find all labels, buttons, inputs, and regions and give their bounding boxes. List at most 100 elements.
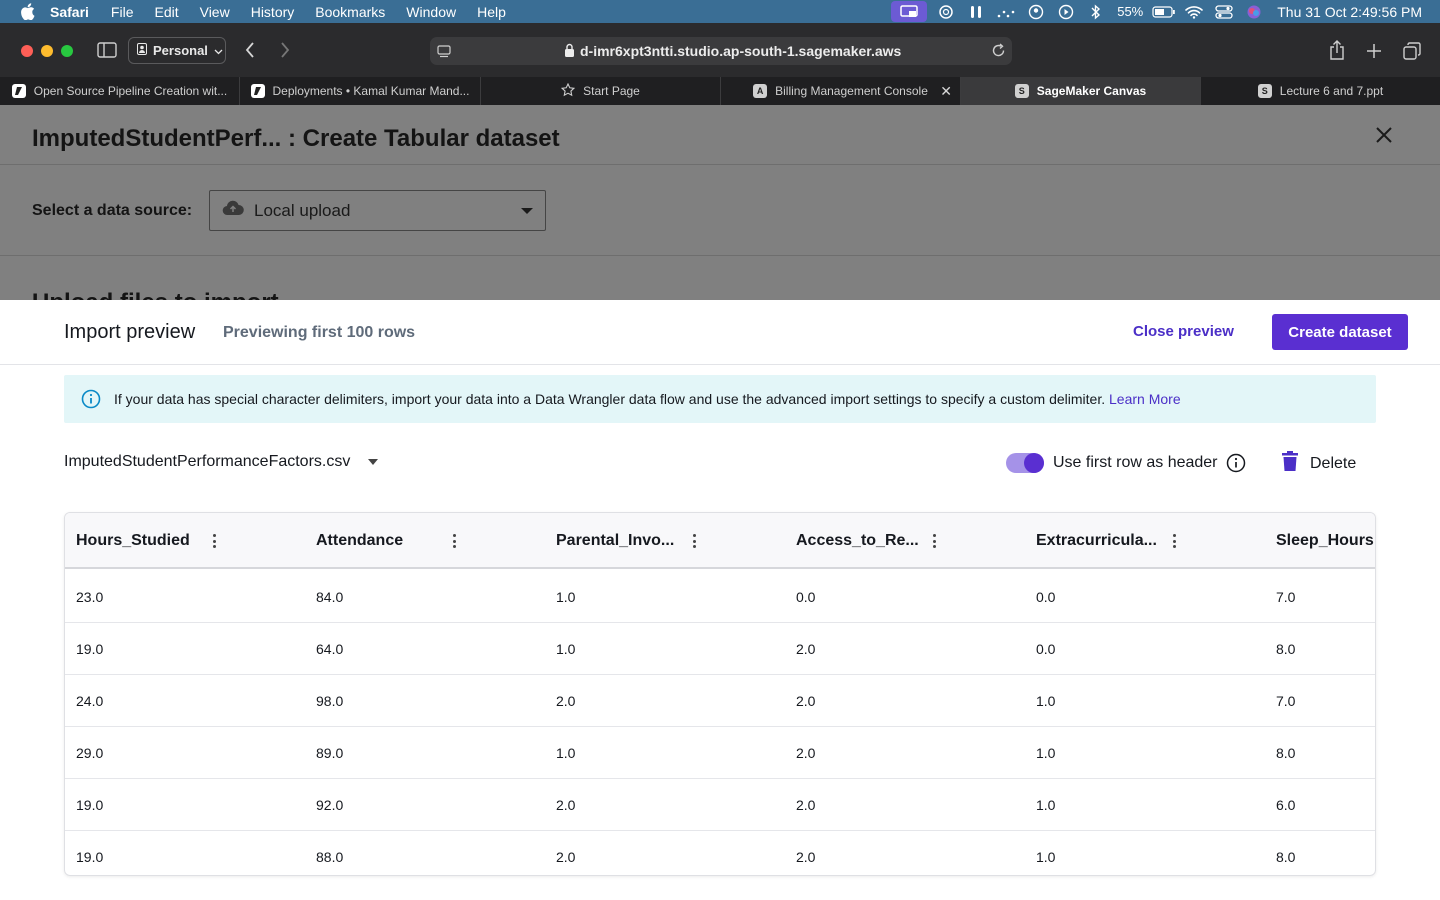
- import-preview-title: Import preview: [64, 321, 196, 343]
- table-cell: 2.0: [796, 797, 816, 813]
- table-row: 29.0 89.0 1.0 2.0 1.0 8.0: [65, 727, 1375, 779]
- wifi-icon[interactable]: [1179, 0, 1209, 23]
- window-zoom-button[interactable]: [61, 45, 73, 57]
- tab-start-page[interactable]: Start Page: [481, 77, 721, 105]
- profile-label: Personal: [153, 43, 208, 58]
- address-url: d-imr6xpt3ntti.studio.ap-south-1.sagemak…: [580, 43, 902, 59]
- lock-icon: [564, 43, 575, 63]
- screen-mirroring-icon[interactable]: [891, 1, 928, 22]
- info-icon: [81, 389, 101, 409]
- battery-percent: 55%: [1117, 4, 1144, 19]
- learn-more-link[interactable]: Learn More: [1109, 391, 1181, 407]
- control-center-icon[interactable]: [1209, 0, 1239, 23]
- column-header-attendance[interactable]: Attendance: [316, 513, 456, 569]
- data-source-select[interactable]: Local upload: [209, 190, 546, 231]
- openai-icon[interactable]: [931, 0, 961, 23]
- profile-button[interactable]: Personal: [128, 37, 226, 64]
- chevron-down-icon: [214, 43, 223, 58]
- page-settings-icon[interactable]: [436, 43, 452, 64]
- column-header-label: Hours_Studied: [76, 532, 190, 549]
- info-banner: If your data has special character delim…: [64, 375, 1376, 423]
- info-icon[interactable]: [1226, 453, 1246, 473]
- column-header-extracurricular[interactable]: Extracurricula...: [1036, 513, 1176, 569]
- column-menu-icon[interactable]: [692, 534, 696, 548]
- table-cell: 2.0: [556, 849, 576, 865]
- apple-logo-icon[interactable]: [18, 3, 36, 21]
- table-cell: 64.0: [316, 641, 344, 657]
- column-header-label: Attendance: [316, 532, 404, 549]
- profile-icon: [137, 43, 147, 58]
- table-cell: 2.0: [556, 797, 576, 813]
- table-cell: 1.0: [556, 745, 576, 761]
- sagemaker-favicon-icon: S: [1014, 84, 1029, 98]
- data-source-value: Local upload: [254, 200, 351, 220]
- window-close-button[interactable]: [21, 45, 33, 57]
- column-menu-icon[interactable]: [212, 534, 216, 548]
- column-header-access-to-resources[interactable]: Access_to_Re...: [796, 513, 936, 569]
- preview-table: Hours_Studied Attendance Parental_Invo..…: [64, 512, 1376, 876]
- sidebar-toggle-icon[interactable]: [96, 40, 118, 60]
- trash-icon: [1282, 451, 1298, 476]
- share-icon[interactable]: [1327, 39, 1347, 61]
- tab-overview-icon[interactable]: [1401, 40, 1423, 62]
- dots-icon[interactable]: [991, 0, 1021, 23]
- menu-help[interactable]: Help: [477, 4, 506, 20]
- table-cell: 1.0: [556, 641, 576, 657]
- menu-history[interactable]: History: [251, 4, 295, 20]
- airpods-icon[interactable]: [961, 0, 991, 23]
- siri-icon[interactable]: [1239, 0, 1269, 23]
- lecture-favicon-icon: S: [1257, 84, 1272, 98]
- menu-view[interactable]: View: [200, 4, 230, 20]
- tab-label: Start Page: [583, 84, 640, 98]
- forward-icon[interactable]: [277, 41, 293, 59]
- user-account-icon[interactable]: [1021, 0, 1051, 23]
- tab-lecture-ppt[interactable]: S Lecture 6 and 7.ppt: [1201, 77, 1440, 105]
- column-menu-icon[interactable]: [932, 534, 936, 548]
- table-cell: 7.0: [1276, 589, 1296, 605]
- column-menu-icon[interactable]: [452, 534, 456, 548]
- column-header-hours-studied[interactable]: Hours_Studied: [76, 513, 216, 569]
- tab-billing-console[interactable]: ✕ A Billing Management Console: [721, 77, 961, 105]
- menu-bookmarks[interactable]: Bookmarks: [315, 4, 385, 20]
- play-icon[interactable]: [1051, 0, 1081, 23]
- tab-pipeline-creation[interactable]: Open Source Pipeline Creation wit...: [0, 77, 240, 105]
- menu-window[interactable]: Window: [406, 4, 456, 20]
- tab-sagemaker-canvas[interactable]: S SageMaker Canvas: [961, 77, 1201, 105]
- new-tab-icon[interactable]: [1364, 41, 1384, 61]
- back-icon[interactable]: [242, 41, 258, 59]
- menu-edit[interactable]: Edit: [154, 4, 178, 20]
- table-cell: 2.0: [796, 693, 816, 709]
- battery-icon[interactable]: [1149, 0, 1179, 23]
- tab-label: SageMaker Canvas: [1036, 84, 1147, 98]
- column-header-sleep-hours[interactable]: Sleep_Hours: [1276, 513, 1374, 569]
- file-select-dropdown[interactable]: ImputedStudentPerformanceFactors.csv: [64, 453, 379, 471]
- table-cell: 29.0: [76, 745, 104, 761]
- menu-file[interactable]: File: [111, 4, 134, 20]
- column-header-label: Parental_Invo...: [556, 532, 675, 549]
- address-bar[interactable]: d-imr6xpt3ntti.studio.ap-south-1.sagemak…: [430, 37, 1012, 65]
- info-banner-message: If your data has special character delim…: [114, 391, 1181, 407]
- column-menu-icon[interactable]: [1172, 534, 1176, 548]
- table-cell: 1.0: [1036, 693, 1056, 709]
- delete-button[interactable]: Delete: [1282, 451, 1356, 476]
- preview-rows-subtitle: Previewing first 100 rows: [223, 324, 416, 341]
- table-row: 19.0 92.0 2.0 2.0 1.0 6.0: [65, 779, 1375, 831]
- menubar-status-area: 55% Thu 31 Oct 2:49:56 PM: [891, 0, 1422, 23]
- create-dataset-button[interactable]: Create dataset: [1272, 314, 1408, 350]
- close-icon[interactable]: [1372, 123, 1396, 147]
- column-header-parental-involvement[interactable]: Parental_Invo...: [556, 513, 696, 569]
- bluetooth-icon[interactable]: [1081, 0, 1111, 23]
- tab-label: Billing Management Console: [775, 84, 928, 98]
- file-name: ImputedStudentPerformanceFactors.csv: [64, 453, 351, 470]
- table-cell: 1.0: [1036, 797, 1056, 813]
- window-minimize-button[interactable]: [41, 45, 53, 57]
- first-row-header-toggle[interactable]: [1006, 453, 1044, 473]
- tab-deployments[interactable]: Deployments • Kamal Kumar Mand...: [240, 77, 481, 105]
- tab-close-icon[interactable]: ✕: [940, 83, 952, 100]
- reload-icon[interactable]: [991, 43, 1006, 63]
- star-icon: [561, 82, 576, 100]
- close-preview-button[interactable]: Close preview: [1133, 323, 1234, 340]
- toggle-knob: [1024, 453, 1044, 473]
- table-cell: 1.0: [1036, 745, 1056, 761]
- menu-app-name[interactable]: Safari: [50, 4, 89, 20]
